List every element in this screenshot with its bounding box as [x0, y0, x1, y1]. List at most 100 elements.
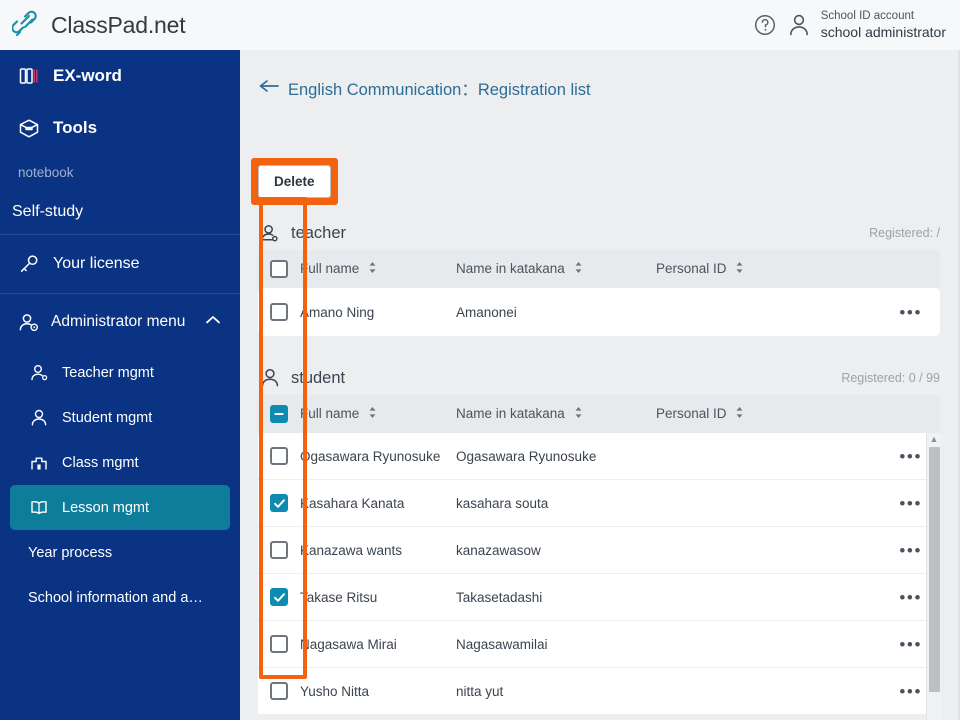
cell-katakana: Ogasawara Ryunosuke: [456, 448, 597, 464]
account-name: school administrator: [820, 23, 946, 40]
teacher-section-title: teacher: [291, 223, 347, 242]
sidebar: EX-word Tools notebook Self-study Your l…: [0, 50, 240, 720]
brand-logo[interactable]: ClassPad.net: [0, 10, 186, 40]
brand-text: ClassPad.net: [51, 11, 186, 38]
column-label: Personal ID: [656, 406, 727, 421]
row-checkbox[interactable]: [258, 494, 300, 512]
column-header-personal-id[interactable]: Personal ID: [656, 261, 846, 277]
student-scroll-area: Ogasawara Ryunosuke Ogasawara Ryunosuke …: [258, 433, 941, 720]
link-chain-icon: [11, 10, 42, 40]
table-row[interactable]: Kanazawa wants kanazawasow •••: [258, 527, 940, 574]
teacher-section-header: teacher Registered: /: [240, 216, 960, 250]
row-menu-button[interactable]: •••: [846, 304, 940, 321]
row-checkbox[interactable]: [258, 635, 300, 653]
main-content: English Communication：Registration list …: [240, 50, 960, 720]
scrollbar-thumb[interactable]: [928, 447, 940, 692]
table-row[interactable]: Ogasawara Ryunosuke Ogasawara Ryunosuke …: [258, 433, 940, 480]
sidebar-label: notebook: [18, 164, 74, 180]
table-row[interactable]: Amano Ning Amanonei •••: [258, 288, 940, 336]
app-root: ClassPad.net School ID account school ad…: [0, 0, 960, 720]
sidebar-item-student-mgmt[interactable]: Student mgmt: [10, 395, 230, 440]
chevron-up-icon[interactable]: [204, 313, 222, 331]
table-row[interactable]: Yusho Nitta nitta yut •••: [258, 668, 940, 715]
cell-full-name: Takase Ritsu: [300, 589, 378, 605]
sidebar-label: School information and a…: [28, 589, 203, 606]
column-header-katakana[interactable]: Name in katakana: [456, 406, 656, 422]
sidebar-item-year-process[interactable]: Year process: [10, 530, 230, 575]
vertical-scrollbar[interactable]: ▲ ▼: [926, 433, 941, 720]
cell-full-name: Kasahara Kanata: [300, 495, 405, 511]
student-section-title: student: [291, 368, 346, 387]
sort-icon[interactable]: [368, 261, 377, 277]
cell-full-name: Kanazawa wants: [300, 542, 403, 558]
ellipsis-icon: •••: [899, 587, 922, 607]
person-icon[interactable]: [787, 12, 811, 38]
cell-katakana: Takasetadashi: [456, 589, 543, 605]
triangle-up-icon[interactable]: ▲: [930, 433, 939, 445]
teacher-table: Full name Name in katakana Personal ID: [258, 250, 940, 288]
scrollbar-track[interactable]: [927, 445, 942, 720]
sidebar-item-tools[interactable]: Tools: [0, 102, 240, 154]
sidebar-item-notebook[interactable]: notebook: [0, 154, 240, 190]
column-header-full-name[interactable]: Full name: [300, 261, 456, 277]
sidebar-label: Teacher mgmt: [62, 364, 154, 381]
account-info[interactable]: School ID account school administrator: [821, 10, 946, 39]
row-checkbox[interactable]: [258, 303, 300, 321]
sidebar-item-class-mgmt[interactable]: Class mgmt: [10, 440, 230, 485]
column-label: Name in katakana: [456, 406, 565, 421]
arrow-left-icon[interactable]: [258, 78, 280, 99]
student-select-all-checkbox[interactable]: [258, 405, 300, 423]
teacher-rows: Amano Ning Amanonei •••: [258, 288, 940, 336]
ellipsis-icon: •••: [899, 681, 922, 701]
sidebar-label: Class mgmt: [62, 454, 139, 471]
sidebar-item-self-study[interactable]: Self-study: [0, 190, 240, 234]
cell-katakana: Amanonei: [456, 304, 517, 320]
student-registered-count: Registered: 0 / 99: [841, 371, 940, 385]
row-checkbox[interactable]: [258, 541, 300, 559]
top-bar: ClassPad.net School ID account school ad…: [0, 0, 960, 50]
column-header-full-name[interactable]: Full name: [300, 406, 456, 422]
sidebar-item-lesson-mgmt[interactable]: Lesson mgmt: [10, 485, 230, 530]
sort-icon[interactable]: [735, 261, 744, 277]
sort-icon[interactable]: [368, 406, 377, 422]
row-checkbox[interactable]: [258, 447, 300, 465]
teacher-table-header: Full name Name in katakana Personal ID: [258, 250, 940, 288]
sidebar-item-administrator-menu[interactable]: Administrator menu: [0, 294, 240, 350]
ellipsis-icon: •••: [899, 493, 922, 513]
sidebar-label: Your license: [53, 255, 140, 272]
delete-button[interactable]: Delete: [258, 165, 331, 198]
breadcrumb[interactable]: English Communication：Registration list: [240, 50, 960, 100]
student-section-header: student Registered: 0 / 99: [240, 361, 960, 395]
cell-katakana: kanazawasow: [456, 542, 541, 558]
teacher-icon: [258, 223, 282, 244]
sort-icon[interactable]: [735, 406, 744, 422]
breadcrumb-title: English Communication：Registration list: [288, 81, 591, 99]
sidebar-item-your-license[interactable]: Your license: [0, 235, 240, 293]
sidebar-label: EX-word: [53, 66, 122, 85]
teacher-icon: [28, 363, 50, 382]
column-header-personal-id[interactable]: Personal ID: [656, 406, 846, 422]
table-row[interactable]: Takase Ritsu Takasetadashi •••: [258, 574, 940, 621]
sidebar-item-teacher-mgmt[interactable]: Teacher mgmt: [10, 350, 230, 395]
books-icon: [18, 66, 40, 86]
sort-icon[interactable]: [574, 261, 583, 277]
ellipsis-icon: •••: [899, 540, 922, 560]
question-circle-icon[interactable]: [753, 13, 777, 37]
column-label: Name in katakana: [456, 261, 565, 276]
sort-icon[interactable]: [574, 406, 583, 422]
table-row[interactable]: Nagasawa Mirai Nagasawamilai •••: [258, 621, 940, 668]
sidebar-item-exword[interactable]: EX-word: [0, 50, 240, 102]
row-checkbox[interactable]: [258, 588, 300, 606]
sidebar-label: Student mgmt: [62, 409, 153, 426]
sidebar-item-school-information[interactable]: School information and a…: [10, 575, 230, 620]
table-row[interactable]: Kasahara Kanata kasahara souta •••: [258, 480, 940, 527]
person-gear-icon: [18, 312, 40, 333]
cell-full-name: Nagasawa Mirai: [300, 636, 397, 652]
column-label: Personal ID: [656, 261, 727, 276]
sidebar-label: Administrator menu: [51, 313, 186, 330]
cell-full-name: Ogasawara Ryunosuke: [300, 448, 441, 464]
row-checkbox[interactable]: [258, 682, 300, 700]
teacher-select-all-checkbox[interactable]: [258, 260, 300, 278]
ellipsis-icon: •••: [899, 634, 922, 654]
column-header-katakana[interactable]: Name in katakana: [456, 261, 656, 277]
